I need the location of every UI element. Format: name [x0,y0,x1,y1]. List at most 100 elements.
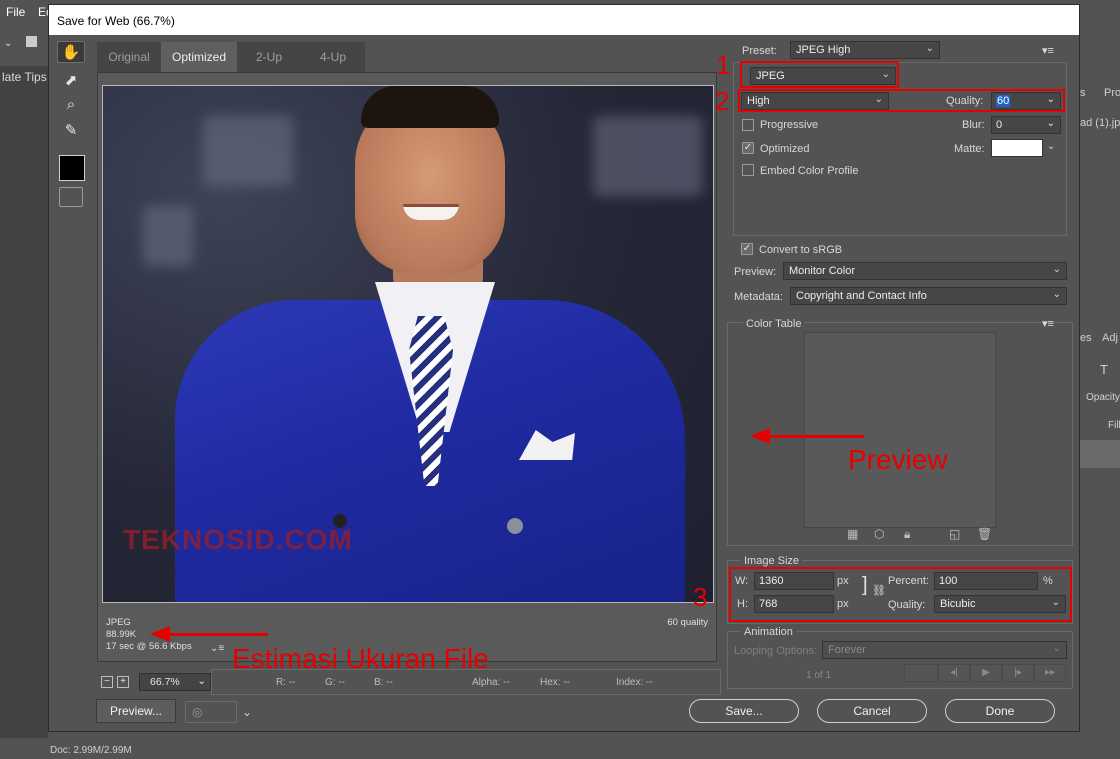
image-backdrop-blur [203,116,293,186]
zoom-level-value: 66.7% [150,676,180,688]
eyedropper-color-swatch[interactable] [59,155,85,181]
panel-tab-c[interactable]: es [1080,332,1092,344]
looping-options-value: Forever [828,644,866,656]
optimized-preview-panel: TEKNOSID.COM JPEG 88.99K 17 sec @ 56.6 K… [97,72,717,662]
animation-title: Animation [741,626,796,638]
toggle-slices-icon[interactable] [59,187,83,207]
zoom-level-select[interactable]: 66.7% ⌄ [139,673,211,691]
metadata-value: Copyright and Contact Info [796,290,927,302]
menu-file[interactable]: File [6,5,25,19]
hand-icon[interactable]: ✋ [57,41,85,63]
image-smile [403,204,459,220]
ps-status-bar: Doc: 2.99M/2.99M [50,745,132,756]
pixel-hex: Hex: -- [540,677,570,688]
image-watermark: TEKNOSID.COM [123,524,353,555]
preview-quality: 60 quality [667,617,708,628]
pixel-r: R: -- [276,677,296,688]
color-table-menu-icon[interactable]: ▾≡ [1042,317,1054,330]
image-backdrop-blur [143,206,193,266]
panel-tab-adjustments[interactable]: Adj [1102,332,1118,344]
browser-select[interactable]: ◎ ⌄ [185,701,252,723]
zoom-out-button[interactable]: − [101,676,113,688]
image-hair-top [361,86,499,128]
type-icon[interactable]: T [1100,362,1108,377]
annotation-preview-text: Preview [848,444,948,475]
zoom-icon[interactable]: ⌕ [57,93,85,115]
preset-select[interactable]: JPEG High ⌄ [790,41,940,59]
preview-format: JPEG [106,617,131,628]
annotation-box-image-size [729,567,1072,622]
chevron-down-icon[interactable]: ⌄ [1047,141,1055,152]
pixel-alpha: Alpha: -- [472,677,510,688]
chevron-down-icon[interactable]: ⌄ [4,38,12,49]
pixel-index: Index: -- [616,677,653,688]
preview-mode-select[interactable]: Monitor Color ⌄ [783,262,1067,280]
play-icon[interactable]: ▶ [970,664,1002,682]
trash-icon[interactable]: 🗑︎ [977,527,992,541]
annotation-arrow-filesize-line [168,633,268,636]
optimized-checkbox[interactable]: ✓ [742,142,754,154]
preview-in-browser-button[interactable]: Preview... [96,699,176,723]
checkbox-icon[interactable] [26,36,37,47]
image-size-title: Image Size [741,555,803,567]
preview-image[interactable]: TEKNOSID.COM [102,85,714,603]
map-transparency-icon[interactable]: ▦ [847,527,858,541]
view-tabs: Original Optimized 2-Up 4-Up [97,42,365,72]
progressive-checkbox[interactable] [742,119,754,131]
matte-color-swatch[interactable] [991,139,1043,157]
blur-input[interactable]: 0 ⌄ [991,116,1061,134]
eyedropper-icon[interactable]: ✎ [57,119,85,141]
tab-2-up[interactable]: 2-Up [237,42,301,72]
image-button [507,518,523,534]
tab-4-up[interactable]: 4-Up [301,42,365,72]
done-button[interactable]: Done [945,699,1055,723]
looping-options-label: Looping Options: [734,645,818,657]
preview-mode-value: Monitor Color [789,265,856,277]
first-frame-button[interactable] [904,664,938,682]
zoom-controls: − + 66.7% ⌄ [101,673,211,691]
annotation-arrow-preview-line [768,435,864,438]
annotation-number-1: 1 [716,50,731,80]
preview-label: Preview: [734,266,777,278]
last-frame-icon[interactable]: ▸▸ [1034,664,1066,682]
frame-counter: 1 of 1 [806,670,832,681]
convert-srgb-checkbox[interactable]: ✓ [741,243,753,255]
optimized-label: Optimized [760,143,810,155]
ps-document-tab[interactable]: late Tips 7 [0,66,50,88]
tab-optimized[interactable]: Optimized [161,42,237,72]
fill-label: Fill [1108,420,1120,431]
preset-value: JPEG High [796,44,851,56]
tab-original[interactable]: Original [97,42,161,72]
optimize-menu-icon[interactable]: ▾≡ [1042,44,1054,57]
next-frame-icon[interactable]: |▸ [1002,664,1034,682]
panel-tab-a[interactable]: s [1080,87,1086,99]
metadata-select[interactable]: Copyright and Contact Info ⌄ [790,287,1067,305]
ps-right-panels: s Pro ad (1).jpg es Adj T Opacity Fill [1080,0,1120,759]
color-table-area[interactable] [804,332,996,528]
preview-info-menu-icon[interactable]: ⌄≡ [210,643,224,654]
save-button[interactable]: Save... [689,699,799,723]
chevron-down-icon: ⌄ [1052,264,1061,275]
color-table-title: Color Table [743,318,805,330]
previous-frame-icon[interactable]: ◂| [938,664,970,682]
embed-color-profile-label: Embed Color Profile [760,165,859,177]
ps-left-panel [0,88,48,738]
slice-select-icon[interactable]: ⬈ [57,69,85,91]
progressive-label: Progressive [760,119,819,131]
cancel-button[interactable]: Cancel [817,699,927,723]
embed-color-profile-checkbox[interactable] [742,164,754,176]
file-label: ad (1).jpg [1080,117,1120,129]
convert-srgb-label: Convert to sRGB [759,244,843,256]
chevron-down-icon: ⌄ [241,705,252,719]
annotation-box-quality [738,89,1065,112]
lock-icon[interactable]: 🔒︎ [904,527,910,542]
chevron-down-icon: ⌄ [1046,118,1055,129]
zoom-in-button[interactable]: + [117,676,129,688]
new-color-icon[interactable]: ◱ [949,527,960,541]
web-shift-icon[interactable]: ⬡ [874,527,884,541]
layer-row[interactable] [1080,440,1120,468]
panel-tab-properties[interactable]: Pro [1104,87,1120,99]
blur-value: 0 [996,119,1003,131]
looping-options-select[interactable]: Forever ⌄ [822,641,1067,659]
chevron-down-icon: ⌄ [1052,289,1061,300]
